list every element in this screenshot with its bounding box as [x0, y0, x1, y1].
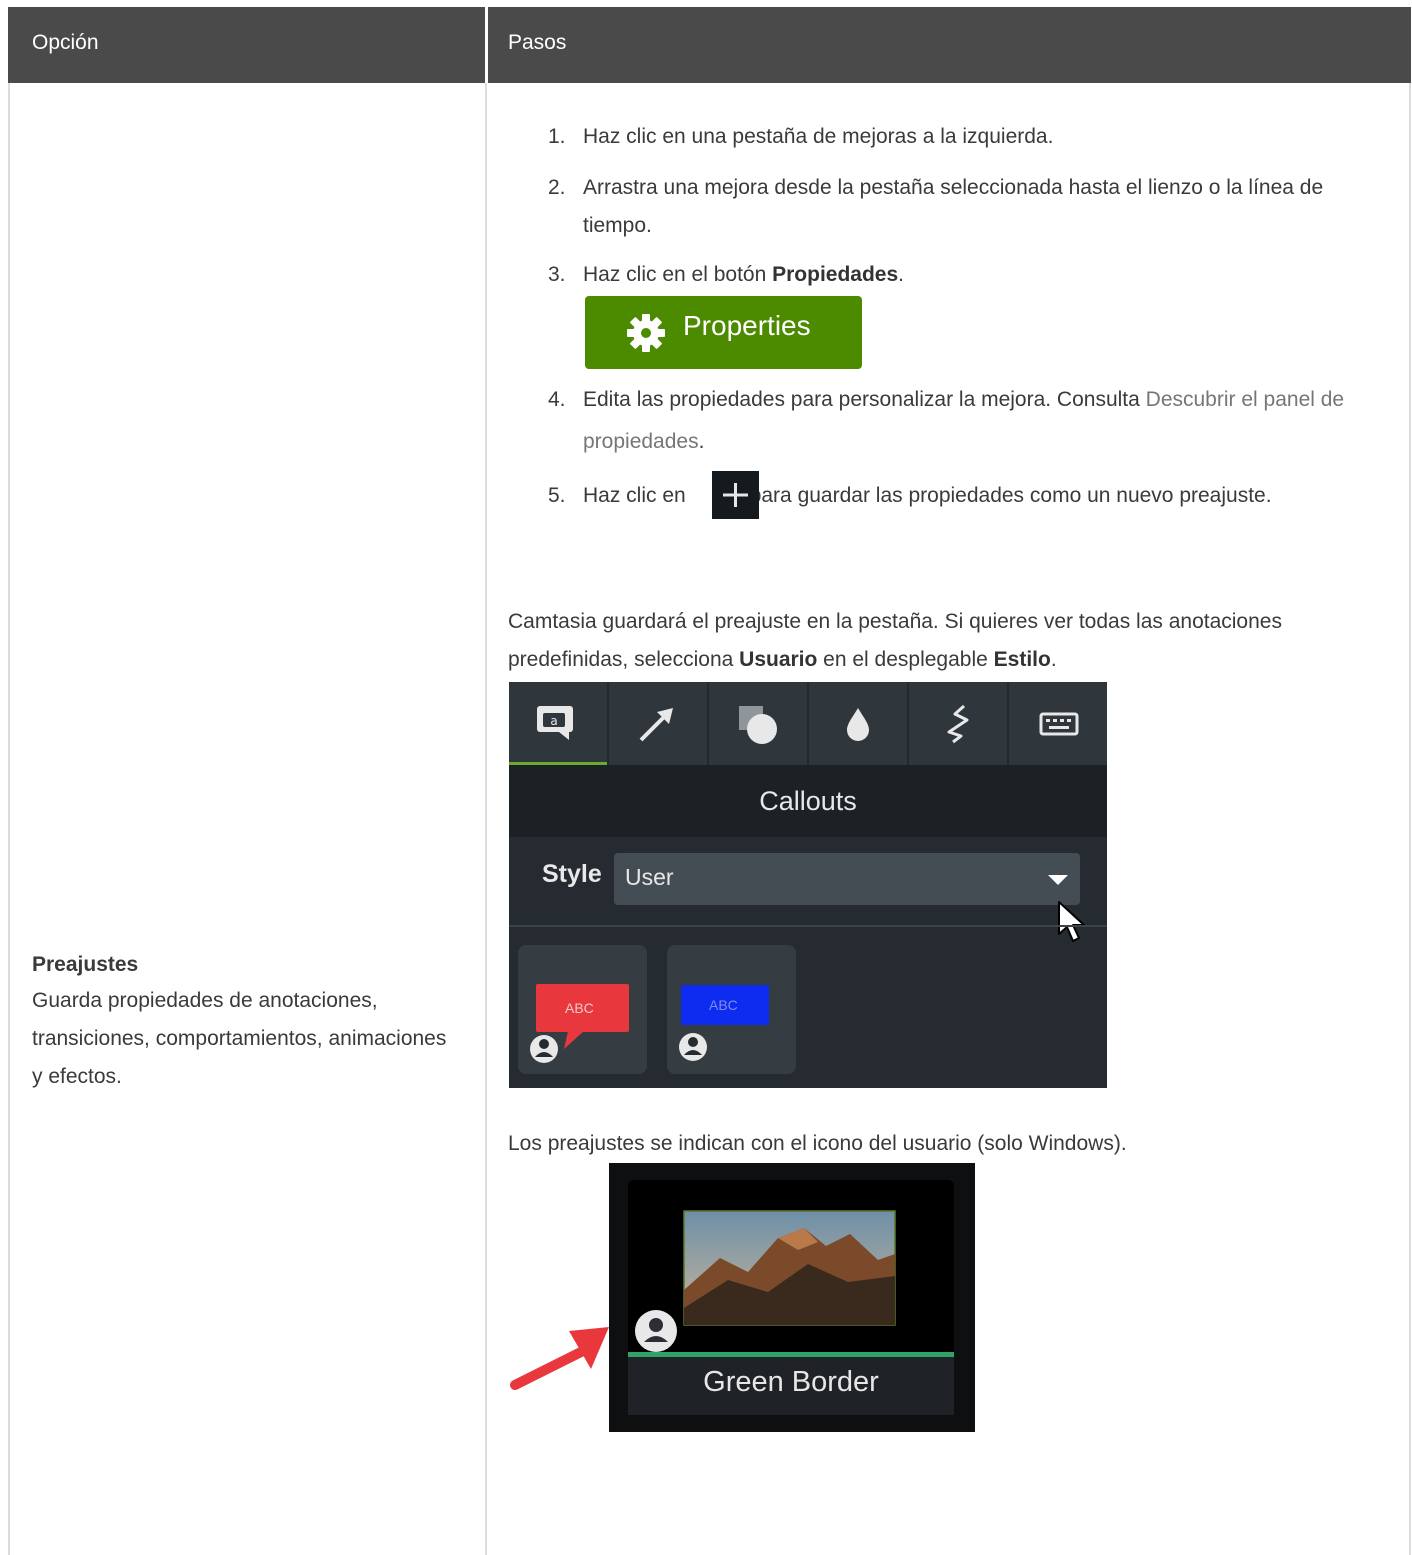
- step-text: Arrastra una mejora desde la pestaña sel…: [583, 176, 1324, 237]
- svg-text:a: a: [550, 714, 557, 728]
- step-text: Edita las propiedades para personalizar …: [583, 388, 1345, 453]
- style-dropdown-value: User: [625, 864, 674, 890]
- preset-blue-text: ABC: [709, 997, 738, 1013]
- user-icon-paragraph: Los preajustes se indican con el icono d…: [508, 1132, 1127, 1155]
- presets-paragraph: Camtasia guardará el preajuste en la pes…: [508, 610, 1282, 671]
- step-number: 5.: [548, 484, 566, 507]
- option-title: Preajustes: [32, 953, 139, 976]
- properties-bold-label: Propiedades: [772, 263, 899, 286]
- tab-shapes[interactable]: [709, 682, 807, 765]
- tab-keystrokes[interactable]: [1009, 682, 1107, 765]
- step-number: 1.: [548, 125, 566, 148]
- user-bold-label: Usuario: [739, 648, 818, 671]
- step-text: Haz clic en el botón Propiedades.: [583, 263, 904, 286]
- table-border-left: [8, 83, 10, 1555]
- properties-button-label: Properties: [683, 310, 811, 341]
- blur-icon: [847, 708, 869, 741]
- step-number: 3.: [548, 263, 566, 286]
- step-number: 2.: [548, 176, 566, 199]
- table-border-middle: [485, 83, 487, 1555]
- preset-tile-red[interactable]: ABC: [518, 945, 647, 1074]
- green-border-label: Green Border: [628, 1357, 954, 1415]
- header-option: Opción: [32, 31, 99, 54]
- step-number: 4.: [548, 388, 566, 411]
- sketch-icon: [947, 704, 969, 744]
- plus-icon[interactable]: [712, 471, 759, 519]
- properties-button[interactable]: Properties: [585, 296, 862, 369]
- tab-callouts[interactable]: a: [509, 682, 607, 765]
- gear-icon: [627, 314, 665, 352]
- callout-icon: a: [537, 706, 573, 740]
- style-dropdown[interactable]: User: [614, 853, 1080, 905]
- option-description: Guarda propiedades de anotaciones, trans…: [32, 989, 447, 1088]
- option-cell: Preajustes Guarda propiedades de anotaci…: [32, 948, 462, 1096]
- style-bold-label: Estilo: [993, 648, 1051, 671]
- header-divider: [485, 7, 488, 83]
- tab-blur[interactable]: [809, 682, 907, 765]
- tab-sketch[interactable]: [909, 682, 1007, 765]
- mouse-cursor-icon: [1058, 901, 1085, 942]
- style-label: Style: [542, 860, 602, 888]
- step-text: Haz clic en para guardar las propiedades …: [583, 484, 1272, 507]
- red-arrow-icon: [510, 1327, 609, 1390]
- preset-tile-blue[interactable]: ABC: [667, 945, 796, 1074]
- tab-arrows[interactable]: [609, 682, 707, 765]
- table-header: Opción Pasos: [8, 7, 1411, 83]
- preset-red-text: ABC: [565, 1000, 594, 1016]
- panel-divider: [509, 925, 1107, 927]
- header-steps: Pasos: [508, 31, 567, 54]
- step-text: Haz clic en una pestaña de mejoras a la …: [583, 125, 1054, 148]
- chevron-down-icon: [1048, 875, 1068, 885]
- green-border-preset: Green Border: [510, 1163, 975, 1432]
- table-border-right: [1409, 83, 1411, 1555]
- callouts-panel: a Callouts Style User ABC ABC: [509, 682, 1107, 1088]
- callouts-title: Callouts: [509, 765, 1107, 837]
- annotation-tabbar: a: [509, 682, 1107, 765]
- keyboard-icon: [1039, 712, 1079, 736]
- shapes-icon: [739, 706, 777, 744]
- arrow-icon: [639, 708, 673, 742]
